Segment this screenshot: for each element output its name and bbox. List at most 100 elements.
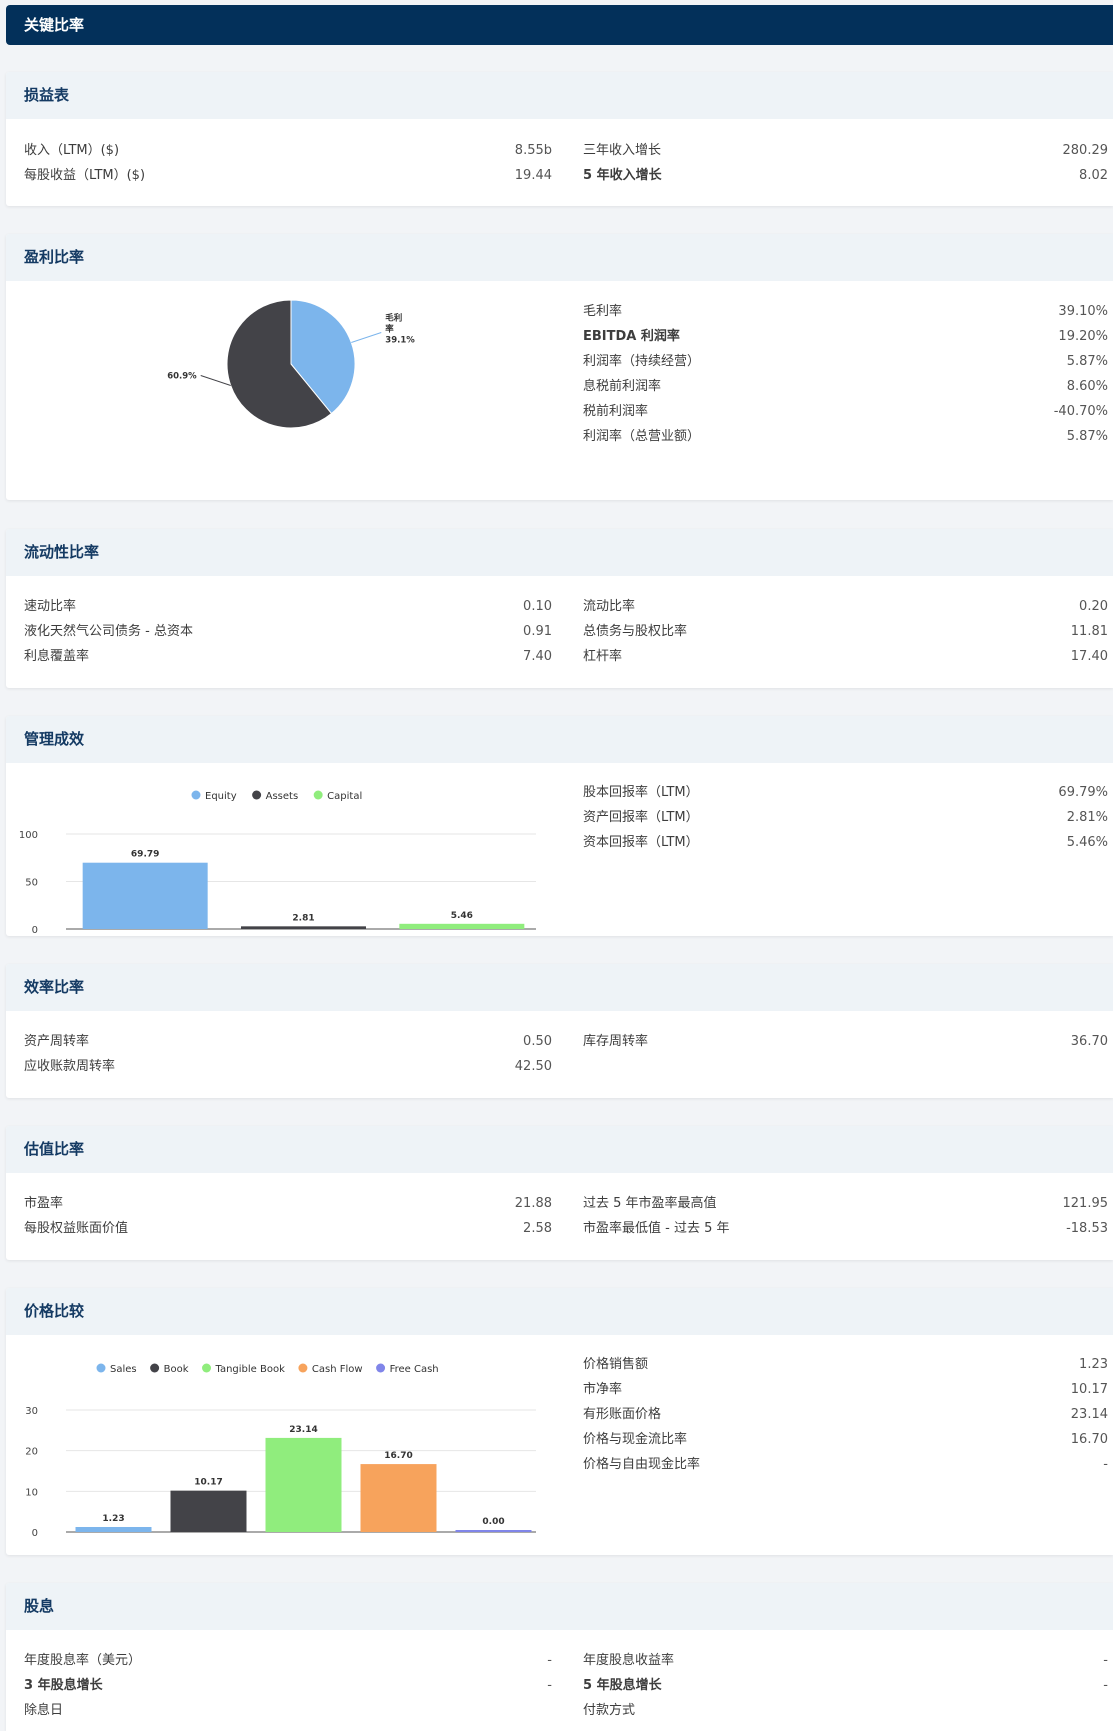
metric-label: 每股收益（LTM）($) xyxy=(24,168,146,183)
metric-value: 5.46% xyxy=(1066,835,1108,850)
legend-item[interactable]: Cash Flow xyxy=(312,1364,363,1375)
y-tick-label: 0 xyxy=(32,925,38,936)
metric-value: 280.29 xyxy=(1062,143,1109,158)
bar-data-label: 69.79 xyxy=(131,850,159,860)
metric-value: 21.88 xyxy=(514,1196,552,1211)
metric-row: 三年收入增长 280.29 xyxy=(583,138,1108,163)
metric-label: 市盈率最低值 - 过去 5 年 xyxy=(583,1221,730,1236)
metric-row: 年度股息收益率 - xyxy=(583,1648,1108,1673)
legend-item[interactable]: Assets xyxy=(266,791,299,802)
bar[interactable] xyxy=(82,862,208,929)
legend-marker[interactable] xyxy=(96,1363,106,1373)
metric-value: - xyxy=(547,1678,552,1693)
metric-value: - xyxy=(1103,1457,1108,1472)
metric-value: 19.44 xyxy=(514,168,552,183)
metric-value: 5.87% xyxy=(1066,354,1108,369)
metric-label: 流动比率 xyxy=(583,599,636,614)
metric-label: 息税前利润率 xyxy=(583,379,662,394)
bar[interactable] xyxy=(399,923,525,929)
legend-item[interactable]: Book xyxy=(164,1364,189,1375)
efficiency-section: 效率比率 资产周转率 0.50 应收账款周转率 42.50 库存周转率 36.7… xyxy=(6,964,1113,1098)
section-header: 股息 xyxy=(6,1583,1113,1630)
page-title: 关键比率 xyxy=(6,5,1113,45)
valuation-section: 估值比率 市盈率 21.88 每股权益账面价值 2.58 过去 5 年市盈率最高… xyxy=(6,1126,1113,1260)
metric-row: 5 年股息增长 - xyxy=(583,1673,1108,1698)
metric-value: 7.40 xyxy=(523,649,552,664)
metric-row: 息税前利润率 8.60% xyxy=(583,374,1108,399)
bar[interactable] xyxy=(241,926,366,929)
metric-label: 三年收入增长 xyxy=(583,143,662,158)
metric-row: 有形账面价格 23.14 xyxy=(583,1402,1108,1427)
bar[interactable] xyxy=(360,1464,437,1532)
bar-data-label: 10.17 xyxy=(194,1478,222,1488)
price-bar-chart: Sales Book Tangible Book Cash Flow Free Cash… xyxy=(25,1363,536,1539)
metric-row: 价格销售额 1.23 xyxy=(583,1352,1108,1377)
metric-label: 市盈率 xyxy=(24,1196,64,1211)
metric-label: 价格销售额 xyxy=(583,1357,649,1372)
pie-data-label: 60.9% xyxy=(167,371,197,381)
legend-marker[interactable] xyxy=(150,1363,160,1373)
metric-row: 速动比率 0.10 xyxy=(24,594,552,619)
metric-label: 过去 5 年市盈率最高值 xyxy=(583,1196,717,1211)
metric-row: 股本回报率（LTM） 69.79% xyxy=(583,780,1108,805)
section-header: 损益表 xyxy=(6,72,1113,119)
legend-marker[interactable] xyxy=(313,790,323,800)
y-tick-label: 100 xyxy=(19,830,38,841)
metric-label: 利息覆盖率 xyxy=(24,649,90,664)
metric-label: 杠杆率 xyxy=(583,649,623,664)
section-header: 估值比率 xyxy=(6,1126,1113,1173)
metric-value: 69.79% xyxy=(1058,785,1108,800)
metric-label: EBITDA 利润率 xyxy=(583,329,680,344)
legend-item[interactable]: Equity xyxy=(205,791,237,802)
section-header: 盈利比率 xyxy=(6,234,1113,281)
metric-label: 股本回报率（LTM） xyxy=(583,785,699,800)
metric-label: 年度股息收益率 xyxy=(583,1653,675,1668)
metric-value: 36.70 xyxy=(1070,1034,1108,1049)
metric-label: 除息日 xyxy=(24,1703,64,1718)
metric-row: 库存周转率 36.70 xyxy=(583,1029,1108,1054)
metric-row: 利润率（持续经营） 5.87% xyxy=(583,349,1108,374)
legend-item[interactable]: Capital xyxy=(327,791,362,802)
y-tick-label: 50 xyxy=(25,878,38,889)
legend-marker[interactable] xyxy=(202,1363,212,1373)
metric-row: 市盈率最低值 - 过去 5 年 -18.53 xyxy=(583,1216,1108,1241)
legend-marker[interactable] xyxy=(252,790,262,800)
metric-label: 资产回报率（LTM） xyxy=(583,810,699,825)
metric-row: 价格与现金流比率 16.70 xyxy=(583,1427,1108,1452)
legend-marker[interactable] xyxy=(376,1363,386,1373)
metric-row: 利润率（总营业额） 5.87% xyxy=(583,424,1108,449)
legend-marker[interactable] xyxy=(191,790,201,800)
pie-label-connector xyxy=(200,375,231,386)
metric-row: 过去 5 年市盈率最高值 121.95 xyxy=(583,1191,1108,1216)
metric-value: 19.20% xyxy=(1058,329,1108,344)
management-effectiveness-section: 管理成效 Equity Assets Capital 0 50 100 69.79 2.81 5… xyxy=(6,716,1113,936)
legend-item[interactable]: Free Cash xyxy=(390,1364,439,1375)
metric-row: 年度股息率（美元） - xyxy=(24,1648,552,1673)
metric-value: 8.60% xyxy=(1066,379,1108,394)
metric-value: 2.58 xyxy=(523,1221,552,1236)
bar[interactable] xyxy=(455,1530,532,1532)
metric-label: 市净率 xyxy=(583,1382,623,1397)
metric-label: 有形账面价格 xyxy=(583,1407,662,1422)
metric-value: 8.02 xyxy=(1079,168,1108,183)
metric-value: - xyxy=(1103,1653,1108,1668)
legend-item[interactable]: Tangible Book xyxy=(215,1364,286,1375)
y-tick-label: 10 xyxy=(25,1487,38,1498)
metric-value: 0.50 xyxy=(523,1034,552,1049)
legend-marker[interactable] xyxy=(298,1363,308,1373)
metric-label: 液化天然气公司债务 - 总资本 xyxy=(24,624,193,639)
metric-row: 每股收益（LTM）($) 19.44 xyxy=(24,163,552,188)
income-statement-section: 损益表 收入（LTM）($) 8.55b 每股收益（LTM）($) 19.44 … xyxy=(6,72,1113,206)
legend-item[interactable]: Sales xyxy=(110,1364,137,1375)
metric-row: 毛利率 39.10% xyxy=(583,299,1108,324)
bar[interactable] xyxy=(75,1526,152,1532)
bar[interactable] xyxy=(170,1490,247,1532)
metric-label: 速动比率 xyxy=(24,599,77,614)
metric-label: 总债务与股权比率 xyxy=(583,624,688,639)
pie-data-label: 率 xyxy=(385,324,394,335)
bar[interactable] xyxy=(265,1437,342,1532)
metric-label: 年度股息率（美元） xyxy=(24,1653,142,1668)
metric-row: 除息日 xyxy=(24,1698,552,1723)
metric-label: 每股权益账面价值 xyxy=(24,1221,129,1236)
y-tick-label: 0 xyxy=(32,1528,38,1539)
